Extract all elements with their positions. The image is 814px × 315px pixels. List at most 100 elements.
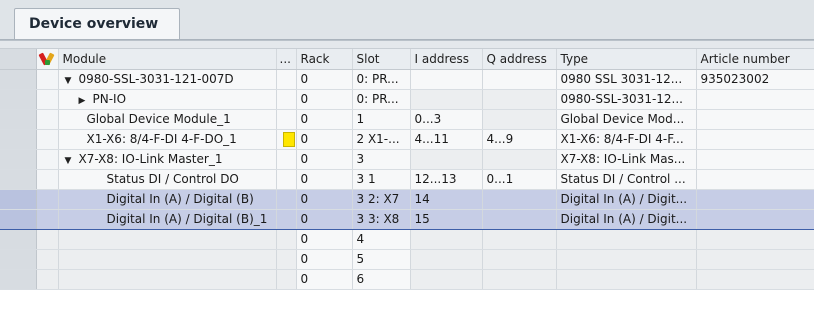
table-row-selected[interactable]: Digital In (A) / Digital (B)_1 0 3 3: X8… xyxy=(0,209,814,230)
i-address-cell[interactable]: 12...13 xyxy=(410,169,483,190)
q-address-cell[interactable]: 0...1 xyxy=(482,169,557,190)
row-header[interactable] xyxy=(0,209,37,230)
module-cell[interactable]: ▶ PN-IO xyxy=(58,89,277,110)
table-row[interactable]: 0 6 xyxy=(0,269,814,290)
rack-cell: 0 xyxy=(296,209,353,230)
column-header-slot[interactable]: Slot xyxy=(352,49,411,70)
i-address-cell[interactable]: 15 xyxy=(410,209,483,230)
expand-triangle-icon[interactable]: ▶ xyxy=(79,96,93,106)
row-header-corner xyxy=(0,49,37,70)
slot-cell: 0: PR... xyxy=(352,89,411,110)
collapse-triangle-icon[interactable]: ▼ xyxy=(65,156,79,166)
column-header-q-address[interactable]: Q address xyxy=(482,49,557,70)
q-address-cell[interactable] xyxy=(482,89,557,110)
table-row[interactable]: ▶ PN-IO 0 0: PR... 0980-SSL-3031-12... xyxy=(0,89,814,110)
slot-cell: 4 xyxy=(352,229,411,250)
module-cell[interactable]: X1-X6: 8/4-F-DI 4-F-DO_1 xyxy=(58,129,277,150)
i-address-cell[interactable]: 0...3 xyxy=(410,109,483,130)
i-address-cell[interactable]: 14 xyxy=(410,189,483,210)
i-address-cell[interactable] xyxy=(410,149,483,170)
rack-cell: 0 xyxy=(296,109,353,130)
type-cell: 0980-SSL-3031-12... xyxy=(556,89,697,110)
slot-cell: 6 xyxy=(352,269,411,290)
column-header-dots[interactable]: ... xyxy=(276,49,297,70)
type-cell: Global Device Mod... xyxy=(556,109,697,130)
row-header[interactable] xyxy=(0,89,37,110)
collapse-triangle-icon[interactable]: ▼ xyxy=(65,76,79,86)
column-header-rack[interactable]: Rack xyxy=(296,49,353,70)
type-cell: 0980 SSL 3031-12... xyxy=(556,69,697,90)
article-cell xyxy=(696,209,814,230)
row-header[interactable] xyxy=(0,149,37,170)
row-header[interactable] xyxy=(0,249,37,270)
row-header[interactable] xyxy=(0,69,37,90)
tab-bar: Device overview xyxy=(0,0,814,41)
row-header[interactable] xyxy=(0,129,37,150)
table-row[interactable]: 0 4 xyxy=(0,229,814,250)
slot-cell: 2 X1-... xyxy=(352,129,411,150)
rack-cell: 0 xyxy=(296,69,353,90)
column-header-article-number[interactable]: Article number xyxy=(696,49,814,70)
module-cell[interactable]: Global Device Module_1 xyxy=(58,109,277,130)
table-row[interactable]: X1-X6: 8/4-F-DI 4-F-DO_1 0 2 X1-... 4...… xyxy=(0,129,814,150)
type-cell: Status DI / Control ... xyxy=(556,169,697,190)
type-cell: X1-X6: 8/4-F-DI 4-F... xyxy=(556,129,697,150)
article-cell xyxy=(696,109,814,130)
column-header-module[interactable]: Module xyxy=(58,49,277,70)
rack-cell: 0 xyxy=(296,229,353,250)
i-address-cell[interactable] xyxy=(410,89,483,110)
row-header[interactable] xyxy=(0,109,37,130)
rack-cell: 0 xyxy=(296,189,353,210)
article-cell xyxy=(696,169,814,190)
table-row-selected[interactable]: Digital In (A) / Digital (B) 0 3 2: X7 1… xyxy=(0,189,814,210)
table-row[interactable]: Status DI / Control DO 0 3 1 12...13 0..… xyxy=(0,169,814,190)
module-cell[interactable]: Digital In (A) / Digital (B) xyxy=(58,189,277,210)
row-header[interactable] xyxy=(0,189,37,210)
row-header[interactable] xyxy=(0,269,37,290)
module-cell[interactable]: ▼ X7-X8: IO-Link Master_1 xyxy=(58,149,277,170)
module-cell[interactable]: ▼ 0980-SSL-3031-121-007D xyxy=(58,69,277,90)
type-cell: Digital In (A) / Digit... xyxy=(556,189,697,210)
article-cell xyxy=(696,189,814,210)
slot-cell: 5 xyxy=(352,249,411,270)
table-row[interactable]: ▼ 0980-SSL-3031-121-007D 0 0: PR... 0980 … xyxy=(0,69,814,90)
q-address-cell[interactable] xyxy=(482,189,557,210)
i-address-cell[interactable] xyxy=(410,69,483,90)
tab-device-overview[interactable]: Device overview xyxy=(14,8,180,40)
rack-cell: 0 xyxy=(296,169,353,190)
q-address-cell[interactable] xyxy=(482,209,557,230)
article-cell: 935023002 xyxy=(696,69,814,90)
q-address-cell[interactable]: 4...9 xyxy=(482,129,557,150)
module-cell[interactable]: Digital In (A) / Digital (B)_1 xyxy=(58,209,277,230)
column-header-type[interactable]: Type xyxy=(556,49,697,70)
article-cell xyxy=(696,149,814,170)
table-row[interactable]: 0 5 xyxy=(0,249,814,270)
header-row: Module ... Rack Slot I address Q address… xyxy=(0,49,814,70)
row-header[interactable] xyxy=(0,169,37,190)
type-cell: X7-X8: IO-Link Mas... xyxy=(556,149,697,170)
rack-cell: 0 xyxy=(296,149,353,170)
slot-cell: 3 3: X8 xyxy=(352,209,411,230)
rack-cell: 0 xyxy=(296,129,353,150)
tab-divider xyxy=(0,39,814,40)
slot-cell: 3 2: X7 xyxy=(352,189,411,210)
table-row[interactable]: ▼ X7-X8: IO-Link Master_1 0 3 X7-X8: IO-L… xyxy=(0,149,814,170)
q-address-cell[interactable] xyxy=(482,149,557,170)
slot-cell: 3 1 xyxy=(352,169,411,190)
wrench-screwdriver-icon[interactable] xyxy=(37,51,55,67)
column-header-i-address[interactable]: I address xyxy=(410,49,483,70)
module-cell[interactable]: Status DI / Control DO xyxy=(58,169,277,190)
i-address-cell[interactable]: 4...11 xyxy=(410,129,483,150)
slot-cell: 3 xyxy=(352,149,411,170)
q-address-cell[interactable] xyxy=(482,109,557,130)
device-overview-table: Module ... Rack Slot I address Q address… xyxy=(0,48,814,315)
row-header[interactable] xyxy=(0,229,37,250)
rack-cell: 0 xyxy=(296,89,353,110)
type-cell: Digital In (A) / Digit... xyxy=(556,209,697,230)
slot-cell: 0: PR... xyxy=(352,69,411,90)
slot-cell: 1 xyxy=(352,109,411,130)
table-row[interactable]: Global Device Module_1 0 1 0...3 Global … xyxy=(0,109,814,130)
q-address-cell[interactable] xyxy=(482,69,557,90)
article-cell xyxy=(696,129,814,150)
rack-cell: 0 xyxy=(296,269,353,290)
